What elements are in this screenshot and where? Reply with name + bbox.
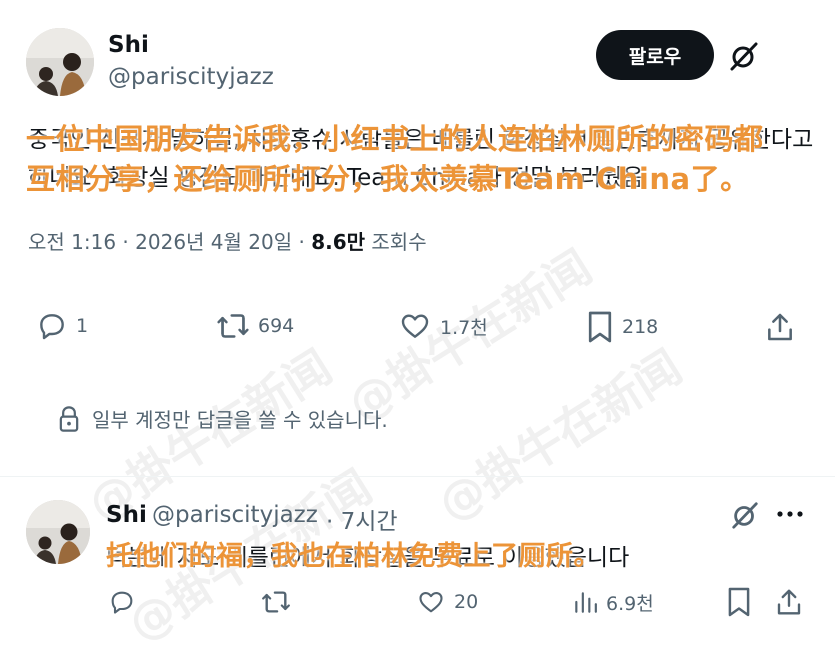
grok-icon[interactable] [730, 500, 760, 534]
repost-button[interactable]: 694 [216, 310, 294, 342]
reply-icon [111, 591, 133, 614]
share-button[interactable] [764, 310, 796, 344]
repost-icon [262, 591, 290, 613]
reply-count: 1 [76, 315, 89, 337]
avatar-photo [26, 500, 90, 564]
like-count: 20 [454, 591, 479, 613]
author-handle[interactable]: @pariscityjazz [108, 64, 274, 90]
like-count: 1.7천 [440, 316, 488, 339]
repost-count: 694 [258, 315, 295, 337]
reply-button[interactable]: 1 [36, 310, 88, 342]
post-timestamp[interactable]: 오전 1:16 · 2026년 4월 20일 · [28, 230, 311, 254]
views-count: 6.9천 [606, 592, 654, 615]
reply-time[interactable]: · 7시간 [326, 502, 398, 536]
heart-icon [419, 591, 443, 613]
like-button[interactable]: 20 [416, 588, 478, 616]
reply-restriction-notice: 일부 계정만 답글을 쓸 수 있습니다. [58, 404, 388, 433]
like-button[interactable]: 1.7천 [398, 310, 488, 342]
view-label: 조회수 [365, 230, 427, 254]
view-count: 8.6만 [311, 230, 366, 254]
translation-caption: 一位中国朋友告诉我，小红书上的人连柏林厕所的密码都 [26, 122, 764, 156]
grok-icon[interactable] [728, 40, 760, 76]
bookmark-button[interactable]: 218 [586, 310, 658, 344]
bookmark-icon [728, 587, 750, 617]
reply-restriction-text: 일부 계정만 답글을 쓸 수 있습니다. [92, 408, 388, 432]
share-button[interactable] [774, 586, 804, 618]
follow-button[interactable]: 팔로우 [596, 30, 714, 80]
reply-icon [40, 314, 64, 340]
avatar-photo [26, 28, 94, 96]
divider [0, 476, 835, 477]
bookmark-icon [588, 311, 612, 343]
reply-author-handle[interactable]: @pariscityjazz [152, 502, 318, 528]
views-button[interactable]: 6.9천 [572, 588, 654, 616]
reply-button[interactable] [108, 588, 136, 616]
avatar[interactable] [26, 28, 94, 96]
translation-caption: 互相分享，还给厕所打分，我太羡慕Team China了。 [26, 162, 750, 196]
bookmark-button[interactable] [726, 586, 752, 618]
translation-caption: 托他们的福，我也在柏林免费上了厕所。 [106, 541, 601, 572]
heart-icon [401, 314, 429, 338]
avatar[interactable] [26, 500, 90, 564]
lock-icon [59, 405, 79, 432]
author-name[interactable]: Shi [108, 32, 149, 58]
more-icon[interactable] [776, 502, 804, 530]
repost-icon [217, 314, 249, 338]
reply-author-name[interactable]: Shi [106, 502, 147, 528]
share-icon [777, 589, 801, 615]
share-icon [768, 313, 792, 341]
repost-button[interactable] [260, 588, 292, 616]
analytics-icon [575, 592, 597, 613]
watermark: @掛牛在新闻 [428, 339, 691, 532]
bookmark-count: 218 [622, 316, 659, 338]
post-meta: 오전 1:16 · 2026년 4월 20일 · 8.6만 조회수 [28, 226, 427, 255]
